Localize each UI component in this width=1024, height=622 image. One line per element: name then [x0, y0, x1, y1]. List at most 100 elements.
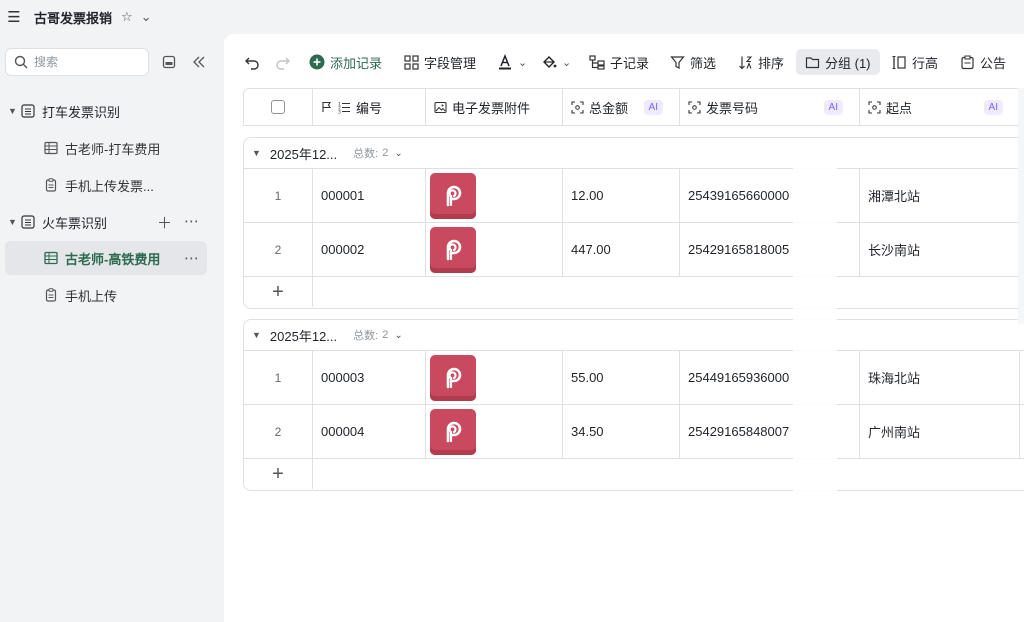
- table-row[interactable]: 2 000002 447.00 25429165818005 长沙南站: [244, 223, 1024, 277]
- svg-text:3: 3: [338, 109, 341, 114]
- add-icon[interactable]: ＋: [157, 212, 172, 233]
- start-cell[interactable]: 珠海北站: [860, 351, 1020, 404]
- flag-icon: [322, 101, 331, 112]
- group-block: ▼ 2025年12... 总数: 2 ⌄ 1 000003 55.00 2544…: [243, 319, 1024, 491]
- code-cell[interactable]: 000003: [313, 351, 426, 404]
- filter-button[interactable]: 筛选: [668, 49, 718, 75]
- pdf-file-icon[interactable]: [430, 226, 476, 273]
- select-all-cell: [244, 89, 313, 125]
- table-row[interactable]: 2 000004 34.50 25429165848007 广州南站: [244, 405, 1024, 459]
- top-bar: ☰ 古哥发票报销 ☆ ⌄: [0, 0, 1024, 34]
- notice-button[interactable]: 公告: [958, 49, 1008, 75]
- sidebar-item-label: 手机上传: [65, 288, 118, 304]
- start-cell[interactable]: 长沙南站: [860, 223, 1020, 276]
- ai-badge: AI: [823, 99, 843, 115]
- amount-cell[interactable]: 55.00: [563, 351, 680, 404]
- sidebar-item-taxi-folder[interactable]: ▼ 打车发票识别: [5, 94, 207, 128]
- row-index: 1: [244, 169, 313, 222]
- expand-arrow-icon[interactable]: ▼: [8, 217, 20, 227]
- sidebar-item-train-folder[interactable]: ▼ 火车票识别 ＋ ⋯: [5, 205, 207, 239]
- group-block: ▼ 2025年12... 总数: 2 ⌄ 1 000001 12.00 2543…: [243, 137, 1024, 309]
- amount-cell[interactable]: 12.00: [563, 169, 680, 222]
- sidebar-item-label: 古老师-高铁费用: [65, 251, 161, 267]
- sidebar-item-taxi-form[interactable]: 手机上传发票...: [5, 168, 207, 202]
- chevron-down-icon[interactable]: ⌄: [394, 330, 402, 341]
- chevron-down-icon: ⌄: [562, 56, 572, 69]
- column-header-invoice-no[interactable]: 发票号码 AI: [680, 89, 860, 125]
- chevron-down-icon[interactable]: ⌄: [394, 148, 402, 159]
- field-manage-button[interactable]: 字段管理: [402, 49, 478, 75]
- sidebar-item-train-table[interactable]: 古老师-高铁费用 ⋯: [5, 241, 207, 275]
- table-row[interactable]: 1 000003 55.00 25449165936000 珠海北站: [244, 351, 1024, 405]
- scroll-edge: [1018, 88, 1024, 324]
- search-box[interactable]: [5, 48, 149, 76]
- group-header[interactable]: ▼ 2025年12... 总数: 2 ⌄: [244, 138, 1024, 169]
- code-cell[interactable]: 000004: [313, 405, 426, 458]
- sort-button[interactable]: 排序: [736, 49, 786, 75]
- menu-icon[interactable]: ☰: [6, 9, 22, 26]
- add-row[interactable]: +: [244, 459, 1024, 489]
- sidebar-item-taxi-table[interactable]: 古老师-打车费用: [5, 131, 207, 165]
- more-icon[interactable]: ⋯: [184, 212, 199, 233]
- group-count-label: 总数:: [353, 330, 379, 342]
- attachment-cell[interactable]: [426, 169, 563, 222]
- row-index: 1: [244, 351, 313, 404]
- add-row-icon[interactable]: +: [244, 459, 313, 489]
- amount-cell[interactable]: 447.00: [563, 223, 680, 276]
- search-icon: [14, 55, 28, 69]
- sidebar-item-train-form[interactable]: 手机上传: [5, 278, 207, 312]
- group-header[interactable]: ▼ 2025年12... 总数: 2 ⌄: [244, 320, 1024, 351]
- code-cell[interactable]: 000002: [313, 223, 426, 276]
- table-icon: [43, 140, 59, 156]
- table-row[interactable]: 1 000001 12.00 25439165660000 湘潭北站: [244, 169, 1024, 223]
- collapse-arrow-icon[interactable]: ▼: [252, 330, 261, 340]
- more-icon[interactable]: ⋯: [184, 249, 199, 267]
- grid-icon: [404, 54, 419, 70]
- chevron-down-icon[interactable]: ⌄: [141, 9, 152, 25]
- attachment-cell[interactable]: [426, 351, 563, 404]
- column-header-code[interactable]: 123 编号: [313, 89, 426, 125]
- ai-scan-icon: [571, 100, 584, 114]
- column-header-attachment[interactable]: 电子发票附件: [426, 89, 563, 125]
- start-cell[interactable]: 湘潭北站: [860, 169, 1020, 222]
- folder-icon: [805, 56, 820, 68]
- toggle-panel-icon[interactable]: [159, 52, 179, 72]
- filter-icon: [670, 55, 685, 69]
- fill-color-button[interactable]: ⌄: [539, 49, 573, 75]
- pdf-file-icon[interactable]: [430, 408, 476, 455]
- collapse-arrow-icon[interactable]: ▼: [252, 148, 261, 158]
- ai-scan-icon: [868, 100, 881, 114]
- sub-record-button[interactable]: 子记录: [587, 49, 651, 75]
- amount-cell[interactable]: 34.50: [563, 405, 680, 458]
- group-button[interactable]: 分组 (1): [796, 49, 880, 75]
- pdf-file-icon[interactable]: [430, 172, 476, 219]
- sidebar-item-label: 手机上传发票...: [65, 178, 154, 194]
- add-row-icon[interactable]: +: [244, 277, 313, 307]
- image-icon: [434, 101, 447, 113]
- add-record-button[interactable]: 添加记录: [307, 49, 384, 75]
- sidebar-item-label: 打车发票识别: [42, 104, 121, 120]
- expand-arrow-icon[interactable]: ▼: [8, 106, 20, 116]
- sidebar-item-label: 古老师-打车费用: [65, 141, 161, 157]
- attachment-cell[interactable]: [426, 405, 563, 458]
- collapse-sidebar-icon[interactable]: [189, 52, 209, 72]
- attachment-cell[interactable]: [426, 223, 563, 276]
- pdf-file-icon[interactable]: [430, 354, 476, 401]
- start-cell[interactable]: 广州南站: [860, 405, 1020, 458]
- text-color-button[interactable]: ⌄: [495, 49, 529, 75]
- column-header-amount[interactable]: 总金额 AI: [563, 89, 680, 125]
- sub-record-icon: [589, 55, 605, 70]
- sort-icon: [739, 55, 753, 69]
- star-icon[interactable]: ☆: [121, 9, 133, 25]
- column-header-start[interactable]: 起点 AI: [860, 89, 1020, 125]
- select-all-checkbox[interactable]: [271, 100, 285, 114]
- row-height-button[interactable]: 行高: [890, 49, 940, 75]
- redo-icon[interactable]: [273, 49, 293, 75]
- add-row[interactable]: +: [244, 277, 1024, 307]
- undo-icon[interactable]: [242, 49, 262, 75]
- ai-badge: AI: [983, 99, 1003, 115]
- row-index: 2: [244, 223, 313, 276]
- folder-list-icon: [20, 103, 36, 119]
- search-input[interactable]: [34, 55, 124, 69]
- code-cell[interactable]: 000001: [313, 169, 426, 222]
